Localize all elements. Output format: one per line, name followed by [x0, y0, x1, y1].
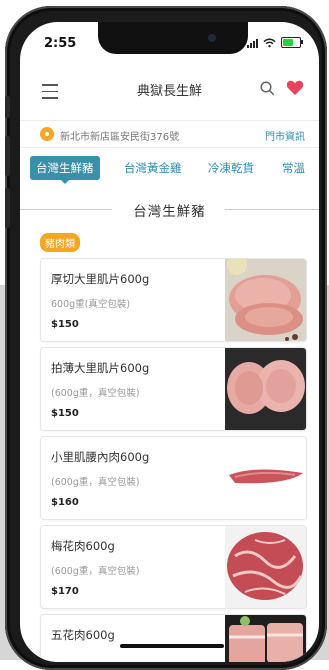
battery-icon [281, 37, 303, 48]
app-screen: 2:55 典獄長生鮮 新北市新店區安民街376號 門市資訊 台灣生鮮豬 台灣黃金… [20, 22, 319, 662]
volume-down-button [5, 188, 10, 228]
wifi-icon [263, 38, 276, 47]
category-tabs: 台灣生鮮豬 台灣黃金雞 冷凍乾貨 常溫 [20, 156, 319, 186]
location-bar: 新北市新店區安民街376號 門市資訊 [20, 120, 319, 148]
product-description: (600g重，真空包裝) [51, 477, 140, 488]
tab-taiwan-pork[interactable]: 台灣生鮮豬 [30, 156, 100, 184]
tab-room-temperature[interactable]: 常溫 [282, 156, 305, 180]
product-name: 厚切大里肌片600g [51, 272, 150, 286]
tab-frozen-dry-goods[interactable]: 冷凍乾貨 [208, 156, 254, 180]
phone-frame: 2:55 典獄長生鮮 新北市新店區安民街376號 門市資訊 台灣生鮮豬 台灣黃金… [5, 6, 327, 670]
section-heading: 台灣生鮮豬 [20, 200, 319, 220]
pork-loin-slices-photo [225, 259, 306, 341]
camera-icon [208, 34, 216, 42]
product-description: 600g重(真空包裝) [51, 299, 131, 310]
thin-pork-cutlet-photo [225, 348, 306, 430]
product-name: 小里肌腰內肉600g [51, 450, 150, 464]
product-name: 拍薄大里肌片600g [51, 361, 150, 375]
pork-belly-photo [225, 615, 306, 662]
pork-tenderloin-photo [225, 437, 306, 519]
divider [225, 209, 319, 210]
product-price: $170 [51, 586, 79, 597]
store-info-link[interactable]: 門市資訊 [265, 128, 305, 143]
product-card[interactable]: 梅花肉600g (600g重，真空包裝) $170 [40, 525, 307, 609]
search-icon[interactable] [260, 81, 275, 96]
product-description: (600g重，真空包裝) [51, 388, 140, 399]
product-card[interactable]: 厚切大里肌片600g 600g重(真空包裝) $150 [40, 258, 307, 342]
section-title: 台灣生鮮豬 [133, 204, 206, 220]
pork-shoulder-photo [225, 526, 306, 608]
category-badge: 豬肉類 [40, 233, 80, 252]
status-icons [247, 37, 303, 48]
product-price: $150 [51, 408, 79, 419]
tab-golden-chicken[interactable]: 台灣黃金雞 [124, 156, 182, 180]
status-time: 2:55 [44, 36, 77, 51]
home-indicator[interactable] [120, 644, 224, 648]
volume-up-button [5, 136, 10, 176]
signal-icon [247, 38, 258, 48]
camera-notch [98, 22, 248, 54]
product-card[interactable]: 拍薄大里肌片600g (600g重，真空包裝) $150 [40, 347, 307, 431]
product-card[interactable]: 小里肌腰內肉600g (600g重，真空包裝) $160 [40, 436, 307, 520]
store-address: 新北市新店區安民街376號 [60, 132, 180, 143]
app-header: 典獄長生鮮 [20, 72, 319, 106]
product-name: 五花肉600g [51, 628, 115, 642]
location-pin-icon [40, 127, 54, 141]
mute-switch [5, 96, 10, 118]
product-price: $150 [51, 319, 79, 330]
favorite-heart-icon[interactable] [286, 80, 304, 96]
product-description: (600g重，真空包裝) [51, 566, 140, 577]
product-price: $160 [51, 497, 79, 508]
product-name: 梅花肉600g [51, 539, 115, 553]
product-card[interactable]: 五花肉600g [40, 614, 307, 662]
